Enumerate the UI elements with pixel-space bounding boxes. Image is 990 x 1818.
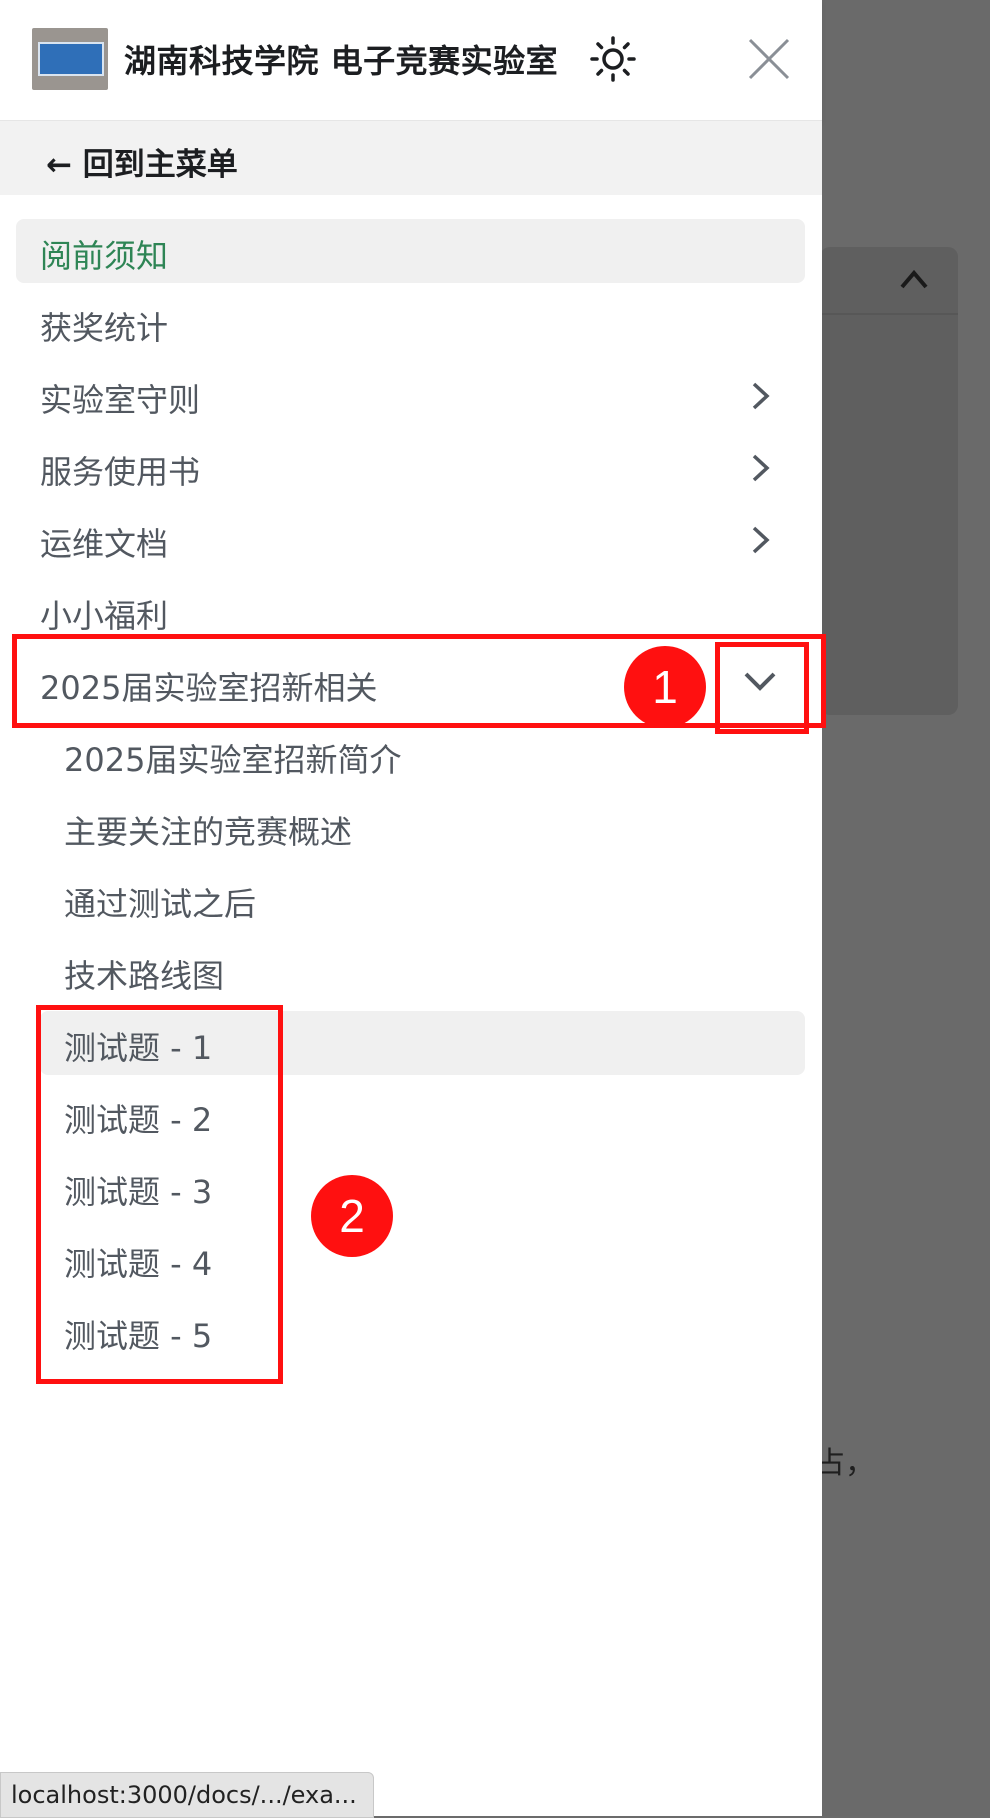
annotation-marker-1: 1 [624, 646, 706, 728]
sub-item-competition-overview[interactable]: 主要关注的竞赛概述 [40, 795, 805, 859]
menu-item-label: 获奖统计 [40, 309, 169, 347]
status-bar-url: localhost:3000/docs/.../exa... [0, 1772, 374, 1818]
collapsed-card [820, 247, 958, 715]
menu-item-ops-docs[interactable]: 运维文档 [16, 507, 805, 571]
card-header[interactable] [820, 247, 958, 315]
annotation-box-expand-toggle [715, 642, 809, 734]
menu-item-label: 阅前须知 [40, 237, 169, 275]
back-to-main-menu-label: ← 回到主菜单 [46, 147, 238, 183]
sub-item-after-test[interactable]: 通过测试之后 [40, 867, 805, 931]
background-text-fragment: 占， [815, 1446, 875, 1481]
sub-item-tech-roadmap[interactable]: 技术路线图 [40, 939, 805, 1003]
site-title[interactable]: 湖南科技学院 电子竞赛实验室 [124, 36, 558, 82]
sub-item-recruitment-intro[interactable]: 2025届实验室招新简介 [40, 723, 805, 787]
menu-item-label: 小小福利 [40, 597, 169, 635]
menu-item-service-manual[interactable]: 服务使用书 [16, 435, 805, 499]
chevron-right-icon[interactable] [750, 525, 772, 555]
chevron-up-icon[interactable] [898, 267, 930, 291]
annotation-box-test-items [36, 1005, 283, 1384]
sub-item-label: 通过测试之后 [64, 885, 257, 923]
sub-item-label: 2025届实验室招新简介 [64, 741, 402, 779]
sidebar-drawer: 湖南科技学院 电子竞赛实验室 ← 回到主菜单 阅前须知 获奖统计 实验室守则 服… [0, 0, 822, 1816]
sidebar-header: 湖南科技学院 电子竞赛实验室 [0, 0, 822, 121]
chevron-right-icon[interactable] [750, 453, 772, 483]
annotation-marker-2: 2 [311, 1175, 393, 1257]
sun-icon[interactable] [590, 36, 636, 82]
logo-sign-image [38, 42, 104, 76]
menu-item-label: 服务使用书 [40, 453, 201, 491]
sub-item-label: 技术路线图 [64, 957, 225, 995]
back-to-main-menu-button[interactable]: ← 回到主菜单 [0, 121, 822, 195]
menu-item-label: 实验室守则 [40, 381, 201, 419]
menu-item-label: 运维文档 [40, 525, 169, 563]
chevron-right-icon[interactable] [750, 381, 772, 411]
menu-item-award-stats[interactable]: 获奖统计 [16, 291, 805, 355]
menu-item-reading-notice[interactable]: 阅前须知 [16, 219, 805, 283]
lab-door-sign-logo[interactable] [32, 28, 108, 90]
sub-item-label: 主要关注的竞赛概述 [64, 813, 353, 851]
close-icon[interactable] [748, 38, 790, 80]
menu-item-lab-rules[interactable]: 实验室守则 [16, 363, 805, 427]
